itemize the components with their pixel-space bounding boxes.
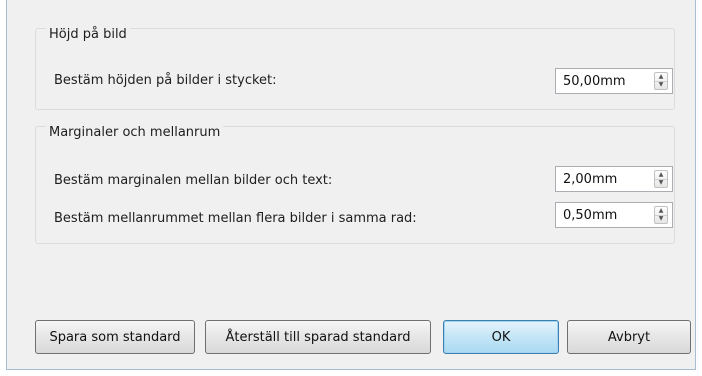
image-height-group-title: Höjd på bild [46,27,130,42]
text-margin-spinner[interactable]: 2,00mm ▲ ▼ [555,166,673,192]
image-height-label: Bestäm höjden på bilder i stycket: [54,73,277,88]
save-as-default-button[interactable]: Spara som standard [35,320,195,354]
arrow-down-icon[interactable]: ▼ [655,179,667,187]
ok-button[interactable]: OK [443,320,559,354]
image-height-value[interactable]: 50,00mm [563,74,626,89]
image-height-stepper[interactable]: ▲ ▼ [654,72,668,90]
image-height-spinner[interactable]: 50,00mm ▲ ▼ [555,68,673,94]
text-margin-stepper[interactable]: ▲ ▼ [654,170,668,188]
arrow-down-icon[interactable]: ▼ [655,215,667,223]
restore-default-button[interactable]: Återställ till sparad standard [205,320,431,354]
text-margin-value[interactable]: 2,00mm [563,172,617,187]
image-spacing-label: Bestäm mellanrummet mellan flera bilder … [54,211,417,226]
image-spacing-stepper[interactable]: ▲ ▼ [654,206,668,224]
image-spacing-spinner[interactable]: 0,50mm ▲ ▼ [555,202,673,228]
cancel-button[interactable]: Avbryt [567,320,691,354]
image-spacing-value[interactable]: 0,50mm [563,208,617,223]
settings-dialog: Höjd på bild Bestäm höjden på bilder i s… [6,0,696,370]
text-margin-label: Bestäm marginalen mellan bilder och text… [54,173,333,188]
arrow-down-icon[interactable]: ▼ [655,81,667,89]
margins-group-title: Marginaler och mellanrum [46,125,224,140]
